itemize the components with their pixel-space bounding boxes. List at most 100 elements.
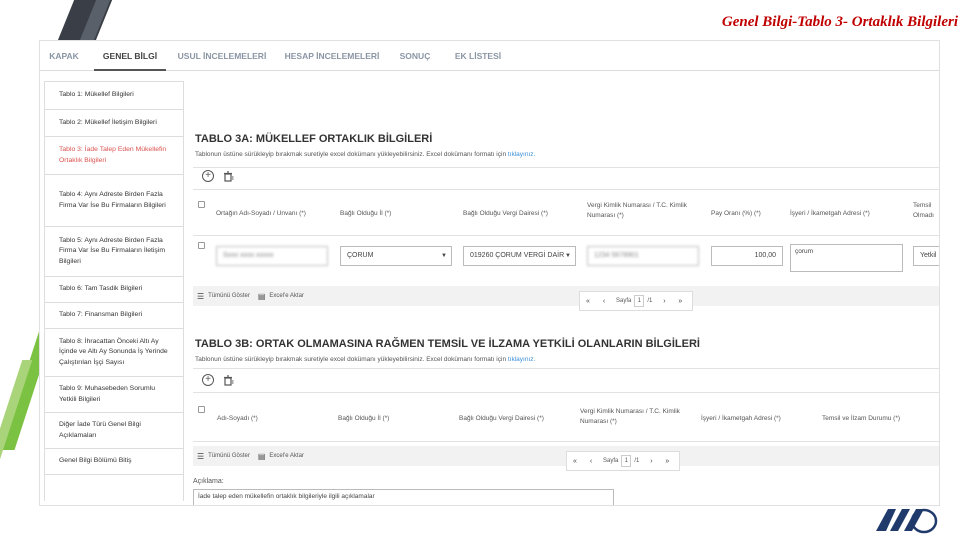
tab-genel-bilgi[interactable]: GENEL BİLGİ [94,41,166,71]
next-page-icon[interactable]: › [643,458,659,465]
divider [193,441,939,442]
sidebar-item-tablo8[interactable]: Tablo 8: İhracattan Önceki Altı Ay İçind… [45,329,183,377]
page-total: /1 [634,458,640,464]
page-label: Sayfa [616,298,632,304]
table3b-desc-text: Tablonun üstüne sürükleyip bırakmak sure… [195,356,507,363]
caret-down-icon: ▼ [565,253,571,259]
divider [193,235,939,236]
table3b-toolbar: + [201,373,235,387]
page-indicator: Sayfa 1/1 [612,295,656,307]
show-all-label: Tümünü Göster [208,453,250,459]
last-page-icon[interactable]: » [659,458,675,465]
table3a-desc: Tablonun üstüne sürükleyip bırakmak sure… [195,151,535,158]
prev-page-icon[interactable]: ‹ [596,298,612,305]
page-indicator: Sayfa 1/1 [599,455,643,467]
sidebar-item-tablo7[interactable]: Tablo 7: Finansman Bilgileri [45,303,183,329]
sidebar-item-tablo6[interactable]: Tablo 6: Tam Tasdik Bilgileri [45,277,183,303]
next-page-icon[interactable]: › [656,298,672,305]
first-page-icon[interactable]: « [567,458,583,465]
excel-export-label: Excel'e Aktar [269,293,304,299]
adres-textarea[interactable]: çorum [790,244,903,272]
table3a-pager: « ‹ Sayfa 1/1 › » [579,291,693,311]
col-header-il: Bağlı Olduğu İl (*) [340,210,392,217]
sidebar-item-tablo5[interactable]: Tablo 5: Aynı Adreste Birden Fazla Firma… [45,227,183,277]
col-header-il: Bağlı Olduğu İl (*) [338,415,390,422]
app-window: KAPAK GENEL BİLGİ USUL İNCELEMELERİ HESA… [39,40,940,506]
table3b-pager: « ‹ Sayfa 1/1 › » [566,451,680,471]
prev-page-icon[interactable]: ‹ [583,458,599,465]
excel-icon: ▤ [257,291,266,301]
row-checkbox[interactable] [198,242,205,249]
divider [193,392,939,393]
table3a-format-link[interactable]: tıklayınız. [508,151,535,158]
aciklama-textarea[interactable]: İade talep eden mükellefin ortaklık bilg… [193,489,614,505]
ymm-logo [876,508,938,534]
first-page-icon[interactable]: « [580,298,596,305]
il-select[interactable]: ÇORUM ▼ [340,246,452,266]
tab-sonuc[interactable]: SONUÇ [392,41,438,71]
aciklama-label: Açıklama: [193,478,224,485]
divider [193,189,939,190]
top-tabs: KAPAK GENEL BİLGİ USUL İNCELEMELERİ HESA… [40,41,939,71]
excel-export-button[interactable]: ▤ Excel'e Aktar [258,292,304,301]
tab-usul-incelemeleri[interactable]: USUL İNCELEMELERİ [172,41,272,71]
col-header-vergi-dairesi: Bağlı Olduğu Vergi Dairesi (*) [463,210,548,217]
temsil-select[interactable]: Yetkil [913,246,939,266]
sidebar-item-tablo4[interactable]: Tablo 4: Aynı Adreste Birden Fazla Firma… [45,175,183,227]
sidebar-item-bitis[interactable]: Genel Bilgi Bölümü Bitiş [45,449,183,475]
excel-export-label: Excel'e Aktar [269,453,304,459]
plus-circle-icon[interactable]: + [201,373,215,387]
col-header-temsil-ilzam: Temsil ve İlzam Durumu (*) [822,415,901,422]
show-all-button[interactable]: ☰ Tümünü Göster [197,292,250,301]
page-input[interactable]: 1 [634,295,645,307]
col-header-vkn: Vergi Kimlik Numarası / T.C. Kimlik Numa… [580,408,680,425]
sidebar-item-tablo2[interactable]: Tablo 2: Mükellef İletişim Bilgileri [45,110,183,137]
page-label: Sayfa [603,458,619,464]
show-all-button[interactable]: ☰ Tümünü Göster [197,452,250,461]
table3a-toolbar: + [201,169,235,183]
col-header-adres: İşyeri / İkametgah Adresi (*) [701,415,781,422]
caret-down-icon: ▼ [441,253,447,259]
sidebar-item-tablo3[interactable]: Tablo 3: İade Talep Eden Mükellefin Orta… [45,137,183,175]
trash-icon[interactable] [221,373,235,387]
vergi-dairesi-select-value: 019260 ÇORUM VERGİ DAİR [470,252,565,259]
excel-icon: ▤ [257,451,266,461]
col-header-temsil: Temsil Olmadı [913,202,934,219]
excel-export-button[interactable]: ▤ Excel'e Aktar [258,452,304,461]
col-header-vergi-dairesi: Bağlı Olduğu Vergi Dairesi (*) [459,415,544,422]
vkn-input[interactable]: 1234 5678901 [587,246,699,266]
divider [193,167,939,168]
show-all-label: Tümünü Göster [208,293,250,299]
slide-title: Genel Bilgi-Tablo 3- Ortaklık Bilgileri [721,14,958,30]
table3b-title: TABLO 3B: ORTAK OLMAMASINA RAĞMEN TEMSİL… [195,338,700,350]
select-all-checkbox[interactable] [198,406,205,413]
vergi-dairesi-select[interactable]: 019260 ÇORUM VERGİ DAİR ▼ [463,246,576,266]
col-header-ortak-adi: Ortağın Adı-Soyadı / Unvanı (*) [216,210,306,217]
plus-circle-icon[interactable]: + [201,169,215,183]
table3a-desc-text: Tablonun üstüne sürükleyip bırakmak sure… [195,151,507,158]
tab-ek-listesi[interactable]: EK LİSTESİ [448,41,508,71]
page-input[interactable]: 1 [621,455,632,467]
sidebar-item-tablo9[interactable]: Tablo 9: Muhasebeden Sorumlu Yetkili Bil… [45,377,183,413]
table3a-title: TABLO 3A: MÜKELLEF ORTAKLIK BİLGİLERİ [195,133,433,145]
tab-hesap-incelemeleri[interactable]: HESAP İNCELEMELERİ [280,41,384,71]
pay-orani-input[interactable]: 100,00 [711,246,783,266]
col-header-adres: İşyeri / İkametgah Adresi (*) [790,210,870,217]
main-content: TABLO 3A: MÜKELLEF ORTAKLIK BİLGİLERİ Ta… [193,81,939,505]
page-total: /1 [647,298,653,304]
sidebar-item-diger-iade[interactable]: Diğer İade Türü Genel Bilgi Açıklamaları [45,413,183,449]
sidebar-item-tablo1[interactable]: Tablo 1: Mükellef Bilgileri [45,82,183,110]
col-header-pay-orani: Pay Oranı (%) (*) [711,210,761,217]
last-page-icon[interactable]: » [672,298,688,305]
trash-icon[interactable] [221,169,235,183]
col-header-adi-soyadi: Adı-Soyadı (*) [217,415,258,422]
tab-kapak[interactable]: KAPAK [44,41,84,71]
sidebar: Tablo 1: Mükellef Bilgileri Tablo 2: Mük… [44,81,184,501]
table3b-format-link[interactable]: tıklayınız. [508,356,535,363]
table3b-desc: Tablonun üstüne sürükleyip bırakmak sure… [195,356,535,363]
table3a-button-bar: ☰ Tümünü Göster ▤ Excel'e Aktar [193,286,939,306]
il-select-value: ÇORUM [347,252,374,259]
list-icon: ☰ [197,291,205,301]
select-all-checkbox[interactable] [198,201,205,208]
ortak-adi-input[interactable]: Sxxx xxxx xxxxx [216,246,328,266]
